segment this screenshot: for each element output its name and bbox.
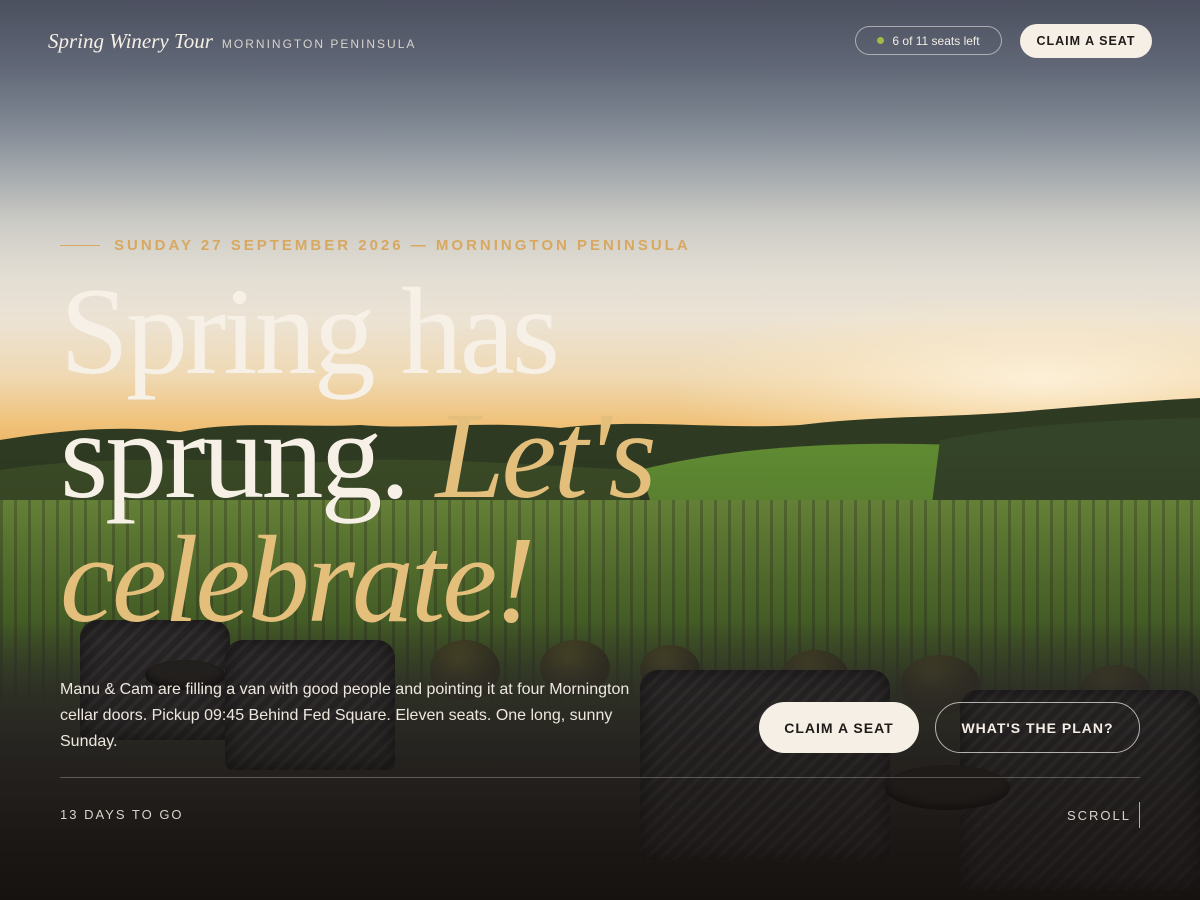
headline-line-2: sprung. Let's: [60, 394, 820, 518]
scroll-indicator[interactable]: SCROLL: [1067, 802, 1140, 828]
event-date-eyebrow: SUNDAY 27 SEPTEMBER 2026 — MORNINGTON PE…: [60, 237, 691, 254]
hero-headline: Spring has sprung. Let's celebrate!: [60, 270, 820, 642]
event-date-text: SUNDAY 27 SEPTEMBER 2026 — MORNINGTON PE…: [114, 237, 691, 254]
seats-status-text: 6 of 11 seats left: [892, 33, 980, 48]
scroll-label: SCROLL: [1066, 807, 1131, 823]
brand[interactable]: Spring Winery Tour MORNINGTON PENINSULA: [48, 29, 416, 54]
eyebrow-rule: [60, 245, 100, 246]
header-claim-seat-button[interactable]: CLAIM A SEAT: [1020, 24, 1152, 58]
headline-accent-word: Let's: [435, 387, 657, 524]
scroll-line-icon: [1139, 802, 1140, 828]
headline-line-3: celebrate!: [60, 511, 536, 648]
hero-description: Manu & Cam are filling a van with good p…: [60, 681, 630, 750]
headline-plain-word: sprung.: [60, 387, 411, 524]
status-dot-icon: [877, 37, 885, 44]
brand-title: Spring Winery Tour: [48, 29, 213, 53]
headline-line-1: Spring has: [60, 263, 560, 400]
seats-remaining-badge: 6 of 11 seats left: [855, 26, 1002, 55]
claim-seat-button[interactable]: CLAIM A SEAT: [759, 702, 919, 753]
countdown-text: 13 DAYS TO GO: [60, 807, 184, 822]
brand-subtitle: MORNINGTON PENINSULA: [221, 37, 417, 51]
whats-the-plan-button[interactable]: WHAT'S THE PLAN?: [935, 702, 1140, 753]
footer-divider: [60, 777, 1140, 778]
